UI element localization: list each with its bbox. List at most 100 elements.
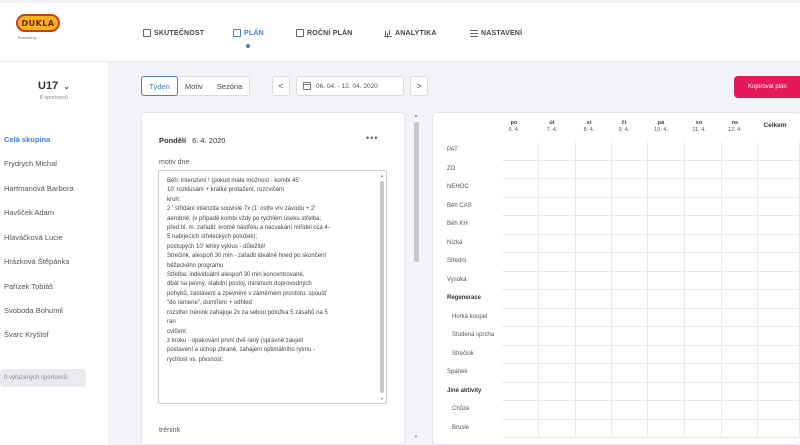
plan-cell[interactable] — [722, 327, 758, 346]
plan-cell[interactable] — [576, 401, 612, 420]
plan-cell[interactable] — [502, 216, 539, 235]
nav-plan[interactable]: PLÁN — [233, 27, 264, 39]
plan-cell[interactable] — [685, 197, 722, 216]
plan-cell[interactable] — [722, 290, 758, 309]
plan-cell[interactable] — [685, 327, 722, 346]
plan-cell[interactable] — [539, 234, 576, 253]
plan-cell[interactable] — [685, 401, 722, 420]
motiv-textarea[interactable]: Běh: intenzivní ! (pokud máte možnost - … — [158, 170, 387, 404]
plan-cell[interactable] — [576, 327, 612, 346]
nav-analytika[interactable]: ANALYTIKA — [384, 27, 437, 39]
plan-cell[interactable] — [648, 419, 685, 438]
plan-cell[interactable] — [576, 253, 612, 272]
view-tab-tyden[interactable]: Týden — [141, 76, 178, 96]
plan-cell[interactable] — [502, 253, 539, 272]
plan-cell[interactable] — [722, 142, 758, 161]
view-tab-sezona[interactable]: Sezóna — [210, 77, 249, 95]
plan-cell[interactable] — [502, 308, 539, 327]
plan-cell[interactable] — [612, 160, 648, 179]
plan-cell[interactable] — [612, 179, 648, 198]
plan-cell[interactable] — [539, 160, 576, 179]
plan-cell[interactable] — [502, 179, 539, 198]
plan-cell[interactable] — [648, 160, 685, 179]
plan-cell[interactable] — [612, 216, 648, 235]
plan-cell[interactable] — [576, 345, 612, 364]
sidebar-item-athlete[interactable]: Havlíček Adam — [4, 208, 54, 217]
plan-cell[interactable] — [685, 253, 722, 272]
plan-cell[interactable] — [576, 364, 612, 383]
plan-cell[interactable] — [612, 234, 648, 253]
scroll-down-icon[interactable]: ▼ — [380, 396, 384, 401]
plan-cell[interactable] — [539, 216, 576, 235]
plan-cell[interactable] — [502, 364, 539, 383]
plan-cell[interactable] — [612, 345, 648, 364]
plan-cell[interactable] — [539, 419, 576, 438]
plan-cell[interactable] — [502, 290, 539, 309]
plan-cell[interactable] — [648, 234, 685, 253]
plan-cell[interactable] — [502, 419, 539, 438]
plan-cell[interactable] — [648, 345, 685, 364]
club-logo[interactable]: DUKLA Powered by ... — [16, 14, 62, 48]
plan-cell[interactable] — [612, 308, 648, 327]
plan-cell[interactable] — [722, 308, 758, 327]
plan-cell[interactable] — [576, 142, 612, 161]
plan-cell[interactable] — [685, 160, 722, 179]
plan-cell[interactable] — [648, 142, 685, 161]
plan-cell[interactable] — [576, 179, 612, 198]
plan-cell[interactable] — [502, 160, 539, 179]
plan-cell[interactable] — [539, 179, 576, 198]
sidebar-item-athlete[interactable]: Svoboda Bohumil — [4, 306, 63, 315]
plan-cell[interactable] — [722, 197, 758, 216]
plan-cell[interactable] — [685, 234, 722, 253]
plan-cell[interactable] — [502, 327, 539, 346]
sidebar-item-athlete[interactable]: Hlaváčková Lucie — [4, 233, 63, 242]
plan-cell[interactable] — [502, 142, 539, 161]
plan-cell[interactable] — [685, 290, 722, 309]
plan-cell[interactable] — [576, 216, 612, 235]
plan-cell[interactable] — [612, 253, 648, 272]
scrollbar-thumb[interactable] — [414, 122, 419, 262]
plan-cell[interactable] — [576, 290, 612, 309]
plan-cell[interactable] — [502, 234, 539, 253]
plan-cell[interactable] — [502, 197, 539, 216]
plan-cell[interactable] — [612, 401, 648, 420]
more-options-icon[interactable]: ••• — [366, 133, 378, 143]
plan-cell[interactable] — [722, 345, 758, 364]
plan-cell[interactable] — [539, 308, 576, 327]
sidebar-item-athlete[interactable]: Pařízek Tobiáš — [4, 282, 53, 291]
plan-cell[interactable] — [648, 179, 685, 198]
plan-cell[interactable] — [648, 382, 685, 401]
plan-cell[interactable] — [576, 419, 612, 438]
plan-cell[interactable] — [612, 142, 648, 161]
prev-week-button[interactable]: < — [272, 76, 290, 96]
plan-cell[interactable] — [576, 308, 612, 327]
view-tab-motiv[interactable]: Motiv — [178, 77, 210, 95]
plan-cell[interactable] — [576, 234, 612, 253]
sidebar-item-athlete[interactable]: Frydrych Michal — [4, 159, 57, 168]
plan-cell[interactable] — [576, 197, 612, 216]
plan-cell[interactable] — [612, 290, 648, 309]
page-scrollbar[interactable]: ▲ ▼ — [413, 112, 421, 445]
plan-cell[interactable] — [685, 179, 722, 198]
plan-cell[interactable] — [576, 271, 612, 290]
plan-cell[interactable] — [685, 308, 722, 327]
plan-cell[interactable] — [648, 401, 685, 420]
plan-cell[interactable] — [722, 234, 758, 253]
sidebar-item-cela-skupina[interactable]: Celá skupina — [4, 135, 50, 144]
excluded-athletes-button[interactable]: 0 vyřazených sportovců — [0, 369, 86, 387]
plan-cell[interactable] — [539, 271, 576, 290]
plan-cell[interactable] — [539, 197, 576, 216]
date-range-picker[interactable]: 06. 04. - 12. 04. 2020 — [296, 76, 404, 96]
plan-cell[interactable] — [502, 401, 539, 420]
textarea-scrollbar[interactable] — [380, 181, 384, 393]
plan-cell[interactable] — [539, 142, 576, 161]
plan-cell[interactable] — [539, 327, 576, 346]
plan-cell[interactable] — [722, 271, 758, 290]
copy-plan-button[interactable]: Kopírovat plán — [734, 76, 800, 98]
plan-cell[interactable] — [722, 419, 758, 438]
plan-cell[interactable] — [685, 271, 722, 290]
scroll-up-icon[interactable]: ▲ — [380, 173, 384, 178]
plan-cell[interactable] — [722, 382, 758, 401]
plan-cell[interactable] — [648, 253, 685, 272]
plan-cell[interactable] — [722, 216, 758, 235]
